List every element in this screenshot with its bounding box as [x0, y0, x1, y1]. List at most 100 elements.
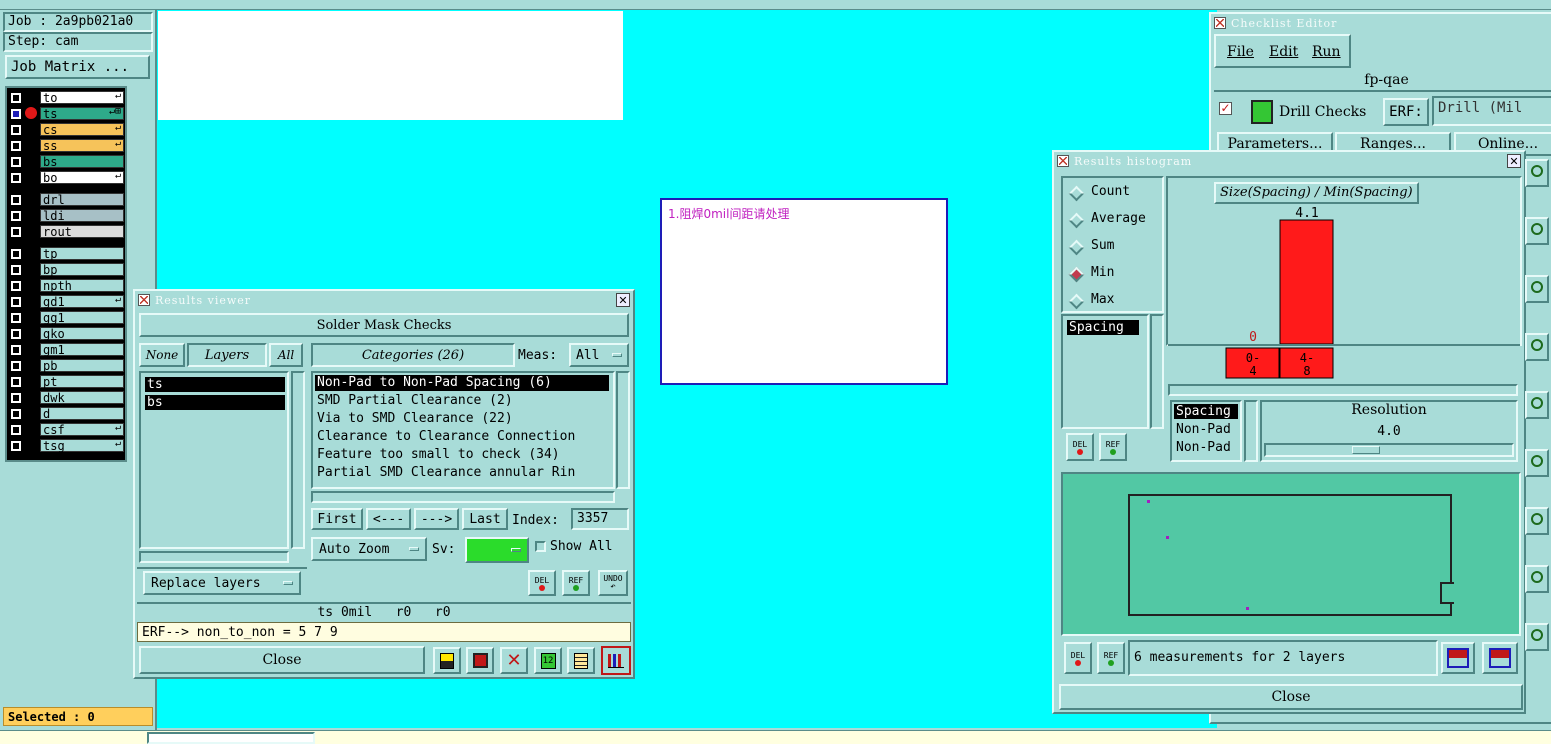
menu-run[interactable]: Run: [1312, 44, 1341, 60]
crossed-icon[interactable]: ✕: [500, 647, 528, 674]
layer-affected-checkbox[interactable]: [11, 312, 21, 323]
highlight-icon[interactable]: [433, 647, 461, 674]
layer-affected-checkbox[interactable]: [11, 248, 21, 259]
zoom-tool-icon[interactable]: [1525, 217, 1549, 245]
zoom-tool-icon[interactable]: [1525, 623, 1549, 651]
measurement-marker[interactable]: [1166, 536, 1169, 539]
histogram-titlebar[interactable]: Results histogram: [1054, 152, 1524, 170]
auto-zoom-dropdown[interactable]: Auto Zoom: [311, 537, 427, 561]
layer-affected-checkbox[interactable]: [11, 124, 21, 135]
lower-list-item[interactable]: Non-Pad: [1174, 422, 1238, 437]
sv-color-dropdown[interactable]: [465, 537, 529, 563]
histogram-hscrollbar[interactable]: [1168, 384, 1518, 396]
mode-radio-sum[interactable]: [1068, 239, 1085, 256]
zoom-tool-icon[interactable]: [1525, 449, 1549, 477]
layer-row-drl[interactable]: drl: [8, 192, 124, 207]
ref-button[interactable]: REF: [1097, 642, 1125, 674]
layer-affected-checkbox[interactable]: [11, 140, 21, 151]
ref-button[interactable]: REF: [1099, 433, 1127, 461]
categories-listbox[interactable]: Non-Pad to Non-Pad Spacing (6) SMD Partia…: [311, 371, 615, 489]
layer-affected-checkbox[interactable]: [11, 210, 21, 221]
layer-affected-checkbox[interactable]: [11, 344, 21, 355]
none-button[interactable]: None: [139, 343, 185, 367]
menu-edit[interactable]: Edit: [1269, 44, 1298, 60]
layers-listbox[interactable]: ts bs: [139, 371, 289, 549]
undo-button[interactable]: UNDO ↶: [598, 570, 628, 596]
meas-dropdown[interactable]: All: [569, 343, 629, 367]
layer-row-pb[interactable]: pb: [8, 358, 124, 373]
layer-affected-checkbox[interactable]: [11, 194, 21, 205]
index-input[interactable]: 3357: [571, 508, 629, 530]
layer-row-cs[interactable]: cs ↵: [8, 122, 124, 137]
mode-radio-average[interactable]: [1068, 212, 1085, 229]
mode-radio-count[interactable]: [1068, 185, 1085, 202]
layers-vscrollbar[interactable]: [291, 371, 305, 549]
layer-affected-checkbox[interactable]: [11, 264, 21, 275]
zoom-fit-icon[interactable]: [1441, 642, 1475, 674]
layer-row-dwk[interactable]: dwk: [8, 390, 124, 405]
layer-row-gd1[interactable]: gd1 ↵: [8, 294, 124, 309]
report-icon[interactable]: [567, 647, 595, 674]
lower-list-item[interactable]: Spacing: [1174, 404, 1238, 419]
layer-affected-checkbox[interactable]: [11, 172, 21, 183]
zoom-tool-icon[interactable]: [1525, 565, 1549, 593]
layer-affected-checkbox[interactable]: [11, 424, 21, 435]
mode-radio-max[interactable]: [1068, 293, 1085, 310]
measurement-marker[interactable]: [1246, 607, 1249, 610]
layer-row-csf[interactable]: csf ↵: [8, 422, 124, 437]
all-button[interactable]: All: [269, 343, 303, 367]
layer-row-rout[interactable]: rout: [8, 224, 124, 239]
check-selected-icon[interactable]: ✓: [1219, 102, 1232, 115]
categories-vscrollbar[interactable]: [616, 371, 630, 489]
results-viewer-window[interactable]: Results viewer ✕ Solder Mask Checks None…: [133, 289, 635, 679]
layer-affected-checkbox[interactable]: [11, 280, 21, 291]
layer-row-d[interactable]: d: [8, 406, 124, 421]
measurement-marker[interactable]: [1147, 500, 1150, 503]
layer-affected-checkbox[interactable]: [11, 392, 21, 403]
menu-file[interactable]: File: [1227, 44, 1254, 60]
layer-affected-checkbox[interactable]: [11, 360, 21, 371]
lower-vscrollbar[interactable]: [1244, 400, 1258, 462]
layer-row-tsg[interactable]: tsg ↵: [8, 438, 124, 453]
replace-layers-dropdown[interactable]: Replace layers: [143, 571, 301, 595]
layer-row-gm1[interactable]: gm1: [8, 342, 124, 357]
command-input[interactable]: [147, 732, 315, 744]
job-matrix-button[interactable]: Job Matrix ...: [5, 55, 150, 79]
zoom-tool-icon[interactable]: [1525, 507, 1549, 535]
window-menu-icon[interactable]: [1057, 155, 1069, 167]
ref-button[interactable]: REF: [562, 570, 590, 596]
measure-list-item[interactable]: Spacing: [1067, 320, 1139, 335]
measure-vscrollbar[interactable]: [1150, 314, 1164, 429]
note-box[interactable]: 1.阻焊0mil间距请处理: [660, 198, 948, 385]
layer-row-gg1[interactable]: gg1: [8, 310, 124, 325]
layer-affected-checkbox[interactable]: [11, 328, 21, 339]
layers-hscrollbar[interactable]: [139, 551, 289, 563]
layer-row-bo[interactable]: bo ↵: [8, 170, 124, 185]
lower-list-item[interactable]: Non-Pad: [1174, 440, 1238, 455]
lower-listbox[interactable]: Spacing Non-Pad Non-Pad: [1170, 400, 1242, 462]
first-button[interactable]: First: [311, 508, 363, 530]
slider-thumb[interactable]: [1352, 446, 1380, 454]
checklist-editor-titlebar[interactable]: Checklist Editor: [1211, 14, 1551, 32]
category-item[interactable]: Partial SMD Clearance annular Rin: [315, 465, 575, 481]
erf-value[interactable]: Drill (Mil: [1432, 96, 1551, 126]
layer-row-bp[interactable]: bp: [8, 262, 124, 277]
zoom-tool-icon[interactable]: [1525, 391, 1549, 419]
zoom-home-icon[interactable]: [1482, 642, 1518, 674]
layer-row-tp[interactable]: tp: [8, 246, 124, 261]
layer-affected-checkbox[interactable]: [11, 376, 21, 387]
window-menu-icon[interactable]: [138, 294, 150, 306]
zoom-tool-icon[interactable]: [1525, 333, 1549, 361]
layer-affected-checkbox[interactable]: [11, 156, 21, 167]
categories-hscrollbar[interactable]: [311, 491, 615, 503]
layer-affected-checkbox[interactable]: [11, 296, 21, 307]
category-item[interactable]: SMD Partial Clearance (2): [315, 393, 513, 409]
del-button[interactable]: DEL: [528, 570, 556, 596]
zoom-tool-icon[interactable]: [1525, 275, 1549, 303]
resolution-slider[interactable]: [1264, 443, 1514, 457]
layer-list-item[interactable]: ts: [145, 377, 285, 392]
zoom-tool-icon[interactable]: [1525, 159, 1549, 187]
layer-row-ts[interactable]: ts ↵⊞: [8, 106, 124, 121]
del-button[interactable]: DEL: [1066, 433, 1094, 461]
layer-row-ldi[interactable]: ldi: [8, 208, 124, 223]
